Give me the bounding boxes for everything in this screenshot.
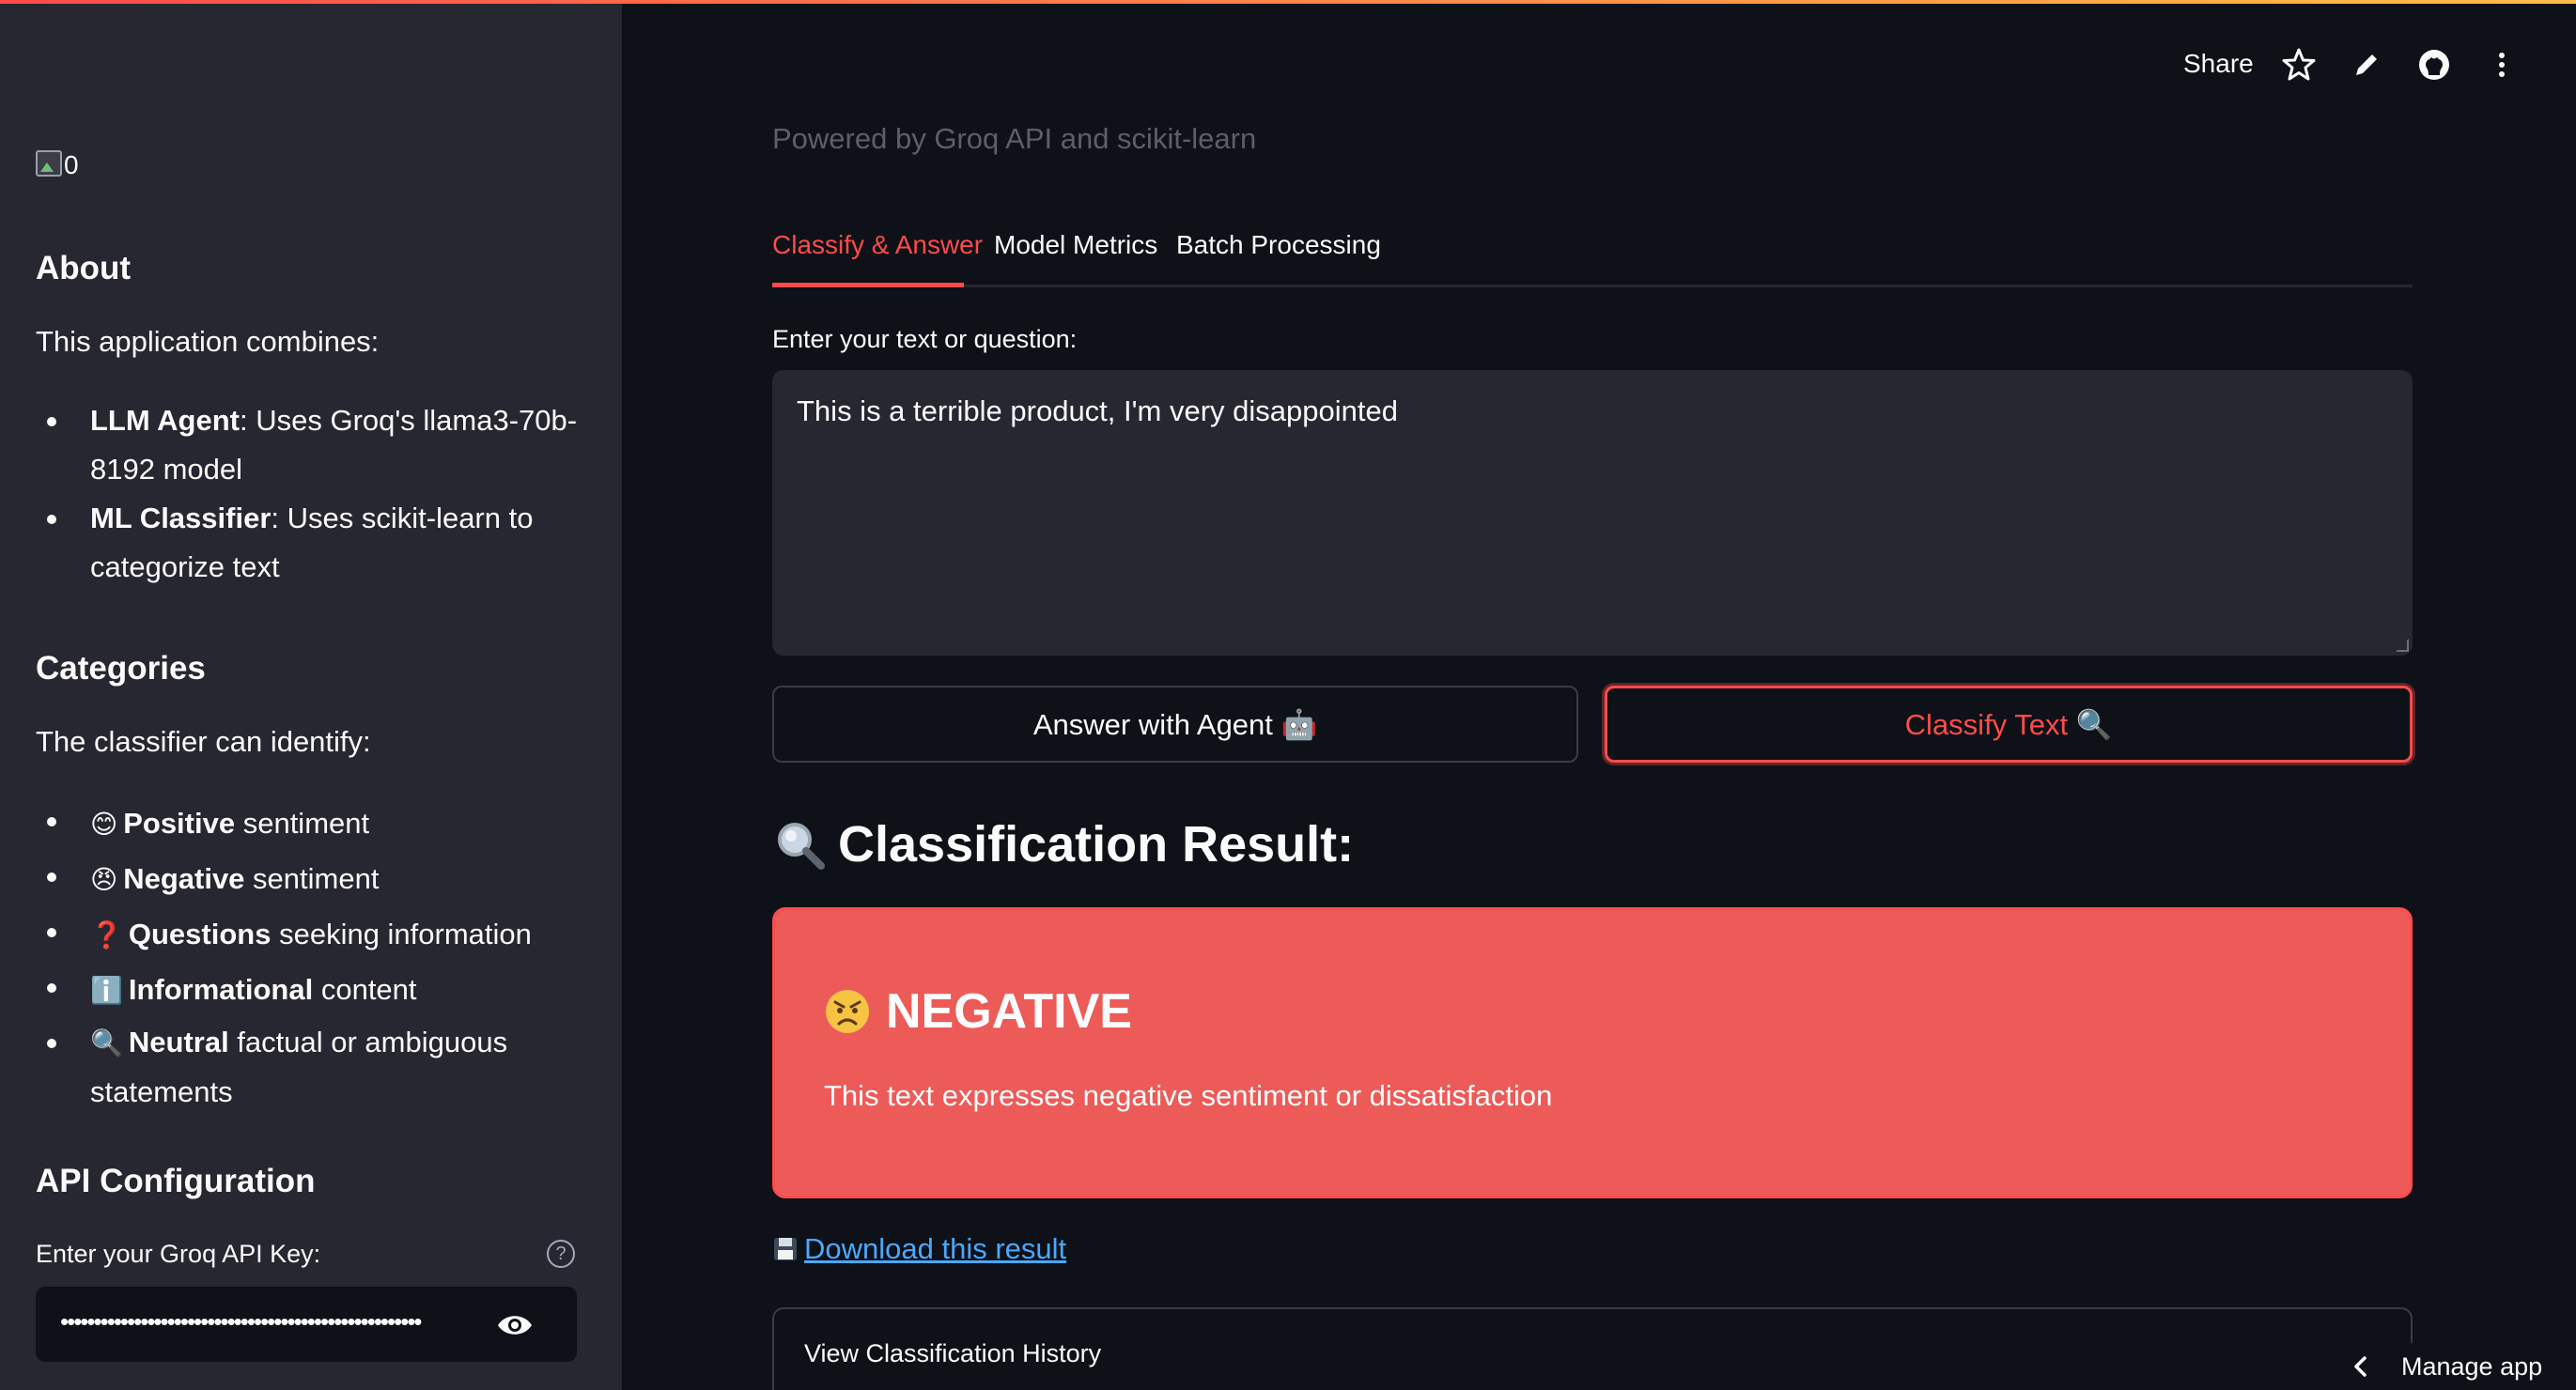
share-button[interactable]: Share	[2183, 49, 2254, 79]
angry-face-icon: 😠	[90, 865, 118, 894]
eye-icon[interactable]	[496, 1309, 534, 1341]
answer-with-agent-button[interactable]: Answer with Agent 🤖	[772, 686, 1578, 763]
magnifier-icon	[778, 823, 825, 870]
api-key-label: Enter your Groq API Key:	[36, 1240, 321, 1268]
download-result-link[interactable]: Download this result	[804, 1232, 1066, 1266]
broken-image-icon	[36, 150, 62, 177]
result-label: NEGATIVE	[824, 983, 1132, 1040]
info-icon: ℹ️	[90, 976, 123, 1005]
about-item-llm: LLM Agent: Uses Groq's llama3-70b-8192 m…	[36, 396, 599, 494]
image-alt-text: 0	[64, 150, 79, 179]
text-input-area[interactable]: This is a terrible product, I'm very dis…	[772, 370, 2413, 656]
smile-icon: 😊	[90, 810, 118, 839]
classification-history-expander[interactable]: View Classification History	[772, 1307, 2413, 1390]
about-intro: This application combines:	[36, 325, 380, 358]
github-icon[interactable]	[2416, 47, 2452, 83]
tab-active-indicator	[772, 283, 964, 287]
category-questions: ❓ Questions seeking information	[36, 907, 599, 963]
manage-app-label[interactable]: Manage app	[2401, 1352, 2542, 1382]
result-heading: Classification Result:	[772, 815, 1354, 873]
text-input-value[interactable]: This is a terrible product, I'm very dis…	[797, 394, 1398, 427]
about-item-ml: ML Classifier: Uses scikit-learn to cate…	[36, 494, 599, 592]
category-neutral: 🔍 Neutral factual or ambiguous statements	[36, 1018, 599, 1117]
angry-face-icon	[826, 990, 869, 1033]
page-caption: Powered by Groq API and scikit-learn	[772, 122, 1257, 155]
top-decoration-bar	[0, 0, 2576, 4]
manage-app-button[interactable]: Manage app	[2330, 1343, 2576, 1390]
result-heading-text: Classification Result:	[838, 816, 1355, 873]
chevron-left-icon[interactable]	[2349, 1354, 2373, 1379]
category-positive: 😊 Positive sentiment	[36, 796, 599, 852]
tab-bar: Classify & Answer Model Metrics Batch Pr…	[772, 230, 2413, 288]
expander-label[interactable]: View Classification History	[804, 1339, 1101, 1368]
categories-heading: Categories	[36, 650, 206, 687]
help-icon[interactable]: ?	[547, 1240, 575, 1268]
tab-classify-answer[interactable]: Classify & Answer	[772, 230, 983, 260]
api-key-input[interactable]: ••••••••••••••••••••••••••••••••••••••••…	[36, 1287, 577, 1362]
pencil-icon[interactable]	[2349, 47, 2384, 83]
floppy-disk-icon	[774, 1238, 797, 1260]
api-config-heading: API Configuration	[36, 1163, 316, 1199]
classification-result-box: NEGATIVE This text expresses negative se…	[772, 907, 2413, 1198]
sidebar-broken-image: 0	[36, 150, 79, 180]
text-input-label: Enter your text or question:	[772, 325, 1078, 353]
star-icon[interactable]	[2281, 47, 2317, 83]
sidebar: 0 About This application combines: LLM A…	[0, 0, 622, 1390]
categories-intro: The classifier can identify:	[36, 725, 371, 758]
tab-model-metrics[interactable]: Model Metrics	[994, 230, 1157, 260]
category-negative: 😠 Negative sentiment	[36, 852, 599, 907]
download-section: Download this result	[772, 1232, 1066, 1266]
result-description: This text expresses negative sentiment o…	[824, 1079, 1553, 1112]
categories-list: 😊 Positive sentiment 😠 Negative sentiment …	[36, 796, 599, 1117]
classify-text-button[interactable]: Classify Text 🔍	[1605, 686, 2413, 763]
tab-batch-processing[interactable]: Batch Processing	[1176, 230, 1381, 260]
magnifier-icon: 🔍	[90, 1028, 123, 1058]
result-label-text: NEGATIVE	[886, 984, 1132, 1039]
about-list: LLM Agent: Uses Groq's llama3-70b-8192 m…	[36, 396, 599, 592]
tab-divider	[772, 285, 2413, 287]
more-menu-icon[interactable]	[2484, 47, 2520, 83]
api-key-value[interactable]: ••••••••••••••••••••••••••••••••••••••••…	[60, 1307, 502, 1336]
category-informational: ℹ️ Informational content	[36, 963, 599, 1018]
question-mark-icon: ❓	[90, 920, 123, 950]
resize-handle-icon[interactable]	[2396, 639, 2409, 652]
about-heading: About	[36, 250, 132, 286]
